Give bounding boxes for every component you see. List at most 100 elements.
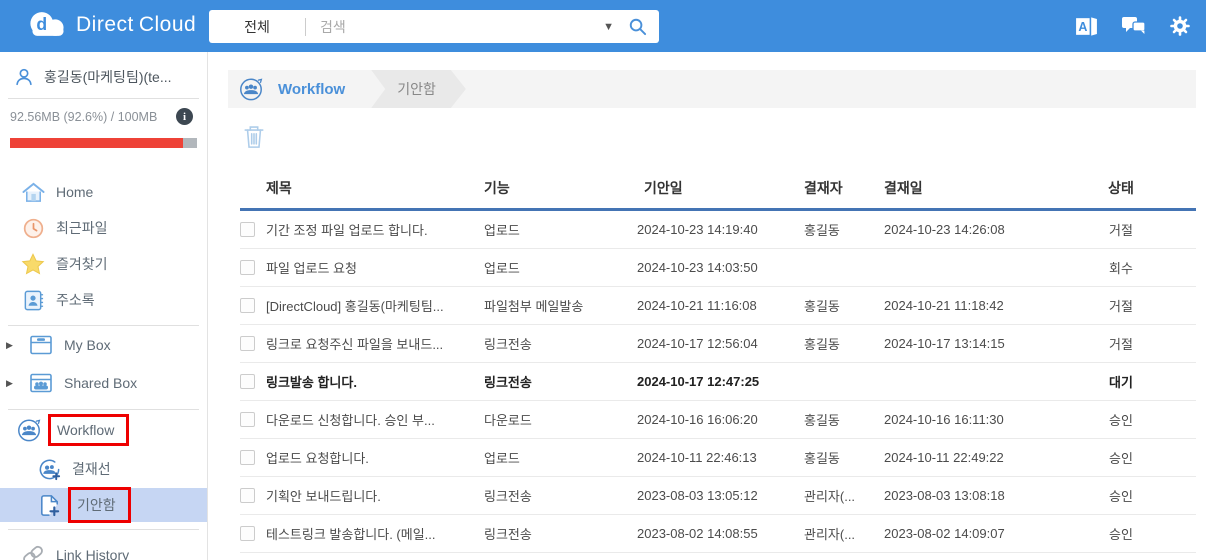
sidebar-item-label: Home (56, 184, 94, 200)
breadcrumb-workflow[interactable]: Workflow (278, 81, 345, 98)
clock-icon (20, 217, 46, 240)
table-row[interactable]: 링크발송 합니다. 링크전송 2024-10-17 12:47:25 대기 (240, 363, 1196, 401)
row-title[interactable]: 다운로드 신청합니다. 승인 부... (266, 410, 484, 429)
sidebar-item-favorites[interactable]: 즐겨찾기 (0, 246, 207, 282)
row-approval-date: 2024-10-21 11:18:42 (884, 298, 1004, 313)
row-draft-date: 2024-10-21 11:16:08 (637, 298, 757, 313)
my-box-icon (28, 333, 54, 357)
sidebar-item-label: 결재선 (72, 461, 111, 477)
sidebar-item-recent-files[interactable]: 최근파일 (0, 210, 207, 246)
row-approver: 홍길동 (804, 451, 840, 466)
row-checkbox-cell (240, 488, 266, 503)
table-row[interactable]: 기획안 보내드립니다. 링크전송 2023-08-03 13:05:12 관리자… (240, 477, 1196, 515)
sidebar-item-workflow[interactable]: Workflow (0, 410, 207, 450)
column-header-title[interactable]: 제목 (266, 178, 484, 198)
sidebar-item-home[interactable]: Home (0, 174, 207, 210)
annotation-highlight: 기안함 (68, 487, 131, 523)
table-row[interactable]: 다운로드 신청합니다. 승인 부... 다운로드 2024-10-16 16:0… (240, 401, 1196, 439)
trash-icon[interactable] (242, 123, 266, 150)
link-icon (20, 542, 46, 560)
chevron-down-icon[interactable]: ▼ (603, 21, 614, 33)
sidebar-item-address-book[interactable]: 주소록 (0, 282, 207, 318)
search-icon[interactable] (628, 17, 647, 36)
table-row[interactable]: 파일 업로드 요청 업로드 2024-10-23 14:03:50 회수 (240, 249, 1196, 287)
row-title[interactable]: [DirectCloud] 홍길동(마케팅팀... (266, 296, 484, 315)
row-checkbox[interactable] (240, 450, 255, 465)
row-checkbox-cell (240, 374, 266, 389)
table-row[interactable]: 업로드 요청합니다. 업로드 2024-10-11 22:46:13 홍길동 2… (240, 439, 1196, 477)
sidebar-workflow-group: Workflow 결재선 기안함 (0, 410, 207, 523)
draft-box-icon (36, 493, 62, 518)
apps-a-icon[interactable]: A (1074, 14, 1099, 39)
sidebar-item-label: Workflow (57, 422, 115, 438)
cloud-logo-icon: d (28, 10, 68, 39)
table-row[interactable]: 링크로 요청주신 파일을 보내드... 링크전송 2024-10-17 12:5… (240, 325, 1196, 363)
sidebar-item-label: 기안함 (77, 497, 116, 513)
row-title[interactable]: 기획안 보내드립니다. (266, 486, 484, 505)
row-approver: 홍길동 (804, 223, 840, 238)
row-checkbox-cell (240, 450, 266, 465)
row-checkbox-cell (240, 298, 266, 313)
expand-arrow-icon[interactable]: ▶ (6, 340, 18, 351)
row-checkbox[interactable] (240, 488, 255, 503)
row-approval-date: 2024-10-16 16:11:30 (884, 412, 1004, 427)
sidebar-item-approval-line[interactable]: 결재선 (0, 450, 207, 488)
row-approver: 관리자(... (804, 527, 856, 542)
row-checkbox[interactable] (240, 526, 255, 541)
chat-icon[interactable] (1120, 14, 1147, 38)
row-title[interactable]: 파일 업로드 요청 (266, 258, 484, 277)
row-approver: 홍길동 (804, 299, 840, 314)
row-status: 승인 (1109, 413, 1133, 428)
breadcrumb-current[interactable]: 기안함 (371, 70, 466, 108)
row-approval-date: 2023-08-02 14:09:07 (884, 526, 1005, 541)
home-icon (20, 180, 46, 204)
row-checkbox-cell (240, 260, 266, 275)
row-title[interactable]: 링크발송 합니다. (266, 372, 484, 391)
row-title[interactable]: 테스트링크 발송합니다. (메일... (266, 524, 484, 543)
row-draft-date: 2024-10-23 14:19:40 (637, 222, 758, 237)
row-title[interactable]: 링크로 요청주신 파일을 보내드... (266, 334, 484, 353)
column-header-approver[interactable]: 결재자 (804, 178, 884, 198)
sidebar-item-label: Link History (56, 547, 130, 560)
row-checkbox[interactable] (240, 336, 255, 351)
breadcrumb-current-label: 기안함 (397, 81, 436, 97)
shared-box-icon (28, 371, 54, 395)
row-checkbox[interactable] (240, 412, 255, 427)
column-header-function[interactable]: 기능 (484, 178, 634, 198)
row-status: 거절 (1109, 223, 1133, 238)
row-checkbox[interactable] (240, 374, 255, 389)
expand-arrow-icon[interactable]: ▶ (6, 378, 18, 389)
row-title[interactable]: 기간 조정 파일 업로드 합니다. (266, 220, 484, 239)
row-status: 대기 (1109, 375, 1133, 390)
sidebar-item-draft-box[interactable]: 기안함 (0, 487, 207, 523)
row-status: 승인 (1109, 489, 1133, 504)
search-input[interactable] (306, 18, 604, 35)
table-row[interactable]: 테스트링크 발송합니다. (메일... 링크전송 2023-08-02 14:0… (240, 515, 1196, 553)
row-checkbox[interactable] (240, 298, 255, 313)
row-checkbox[interactable] (240, 260, 255, 275)
sidebar-item-link-history[interactable]: Link History (0, 536, 207, 560)
info-icon[interactable]: i (176, 108, 193, 125)
gear-icon[interactable] (1168, 14, 1192, 38)
sidebar: 홍길동(마케팅팀)(te... 92.56MB (92.6%) / 100MB … (0, 52, 208, 560)
user-profile[interactable]: 홍길동(마케팅팀)(te... (13, 63, 197, 91)
logo[interactable]: d Direct Cloud (28, 10, 196, 39)
column-header-draft-date[interactable]: 기안일 (634, 178, 804, 198)
table-row[interactable]: [DirectCloud] 홍길동(마케팅팀... 파일첨부 메일발송 2024… (240, 287, 1196, 325)
row-title[interactable]: 업로드 요청합니다. (266, 448, 484, 467)
sidebar-nav: Home 최근파일 즐겨찾기 주소록 (0, 174, 207, 318)
divider (8, 98, 199, 99)
search-scope-dropdown[interactable]: 전체 (209, 17, 305, 37)
column-header-approval-date[interactable]: 결재일 (884, 178, 1046, 198)
svg-text:d: d (36, 14, 47, 34)
row-status: 승인 (1109, 451, 1133, 466)
row-checkbox-cell (240, 336, 266, 351)
row-checkbox[interactable] (240, 222, 255, 237)
sidebar-item-shared-box[interactable]: ▶ Shared Box (0, 364, 207, 402)
row-checkbox-cell (240, 412, 266, 427)
table-row[interactable]: 기간 조정 파일 업로드 합니다. 업로드 2024-10-23 14:19:4… (240, 211, 1196, 249)
sidebar-item-my-box[interactable]: ▶ My Box (0, 326, 207, 364)
row-draft-date: 2024-10-17 12:47:25 (637, 374, 760, 389)
column-header-status[interactable]: 상태 (1046, 178, 1196, 198)
row-function: 링크전송 (484, 489, 532, 504)
